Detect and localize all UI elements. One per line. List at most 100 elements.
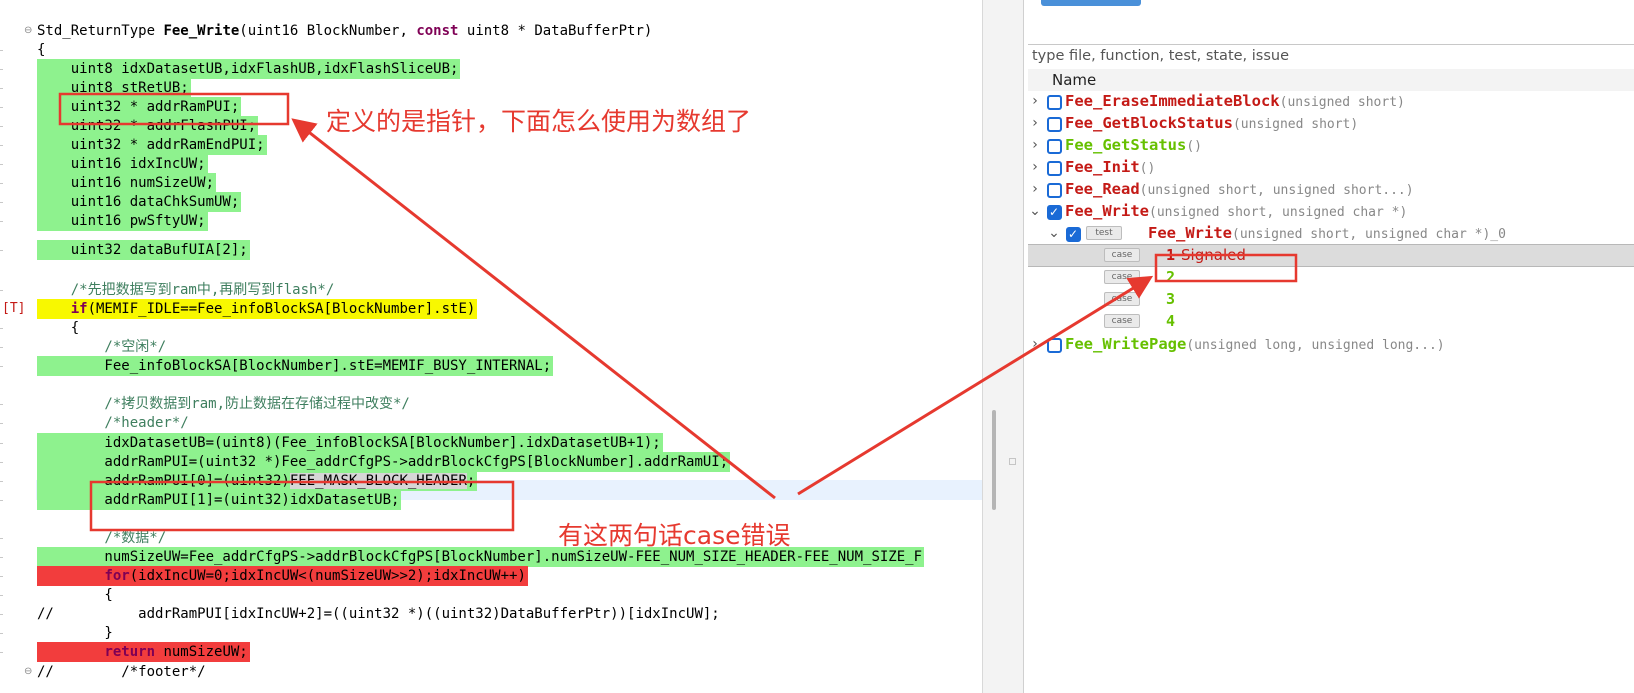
- code-comment: /*先把数据写到ram中,再刷写到flash*/: [37, 282, 335, 298]
- case-label: 1 Signaled: [1166, 246, 1246, 264]
- code-text: }: [37, 625, 113, 641]
- code-line: uint16 pwSftyUW;: [0, 211, 982, 231]
- test-name: Fee_Write(unsigned short, unsigned char …: [1148, 224, 1506, 242]
- code-line: addrRamPUI=(uint32 *)Fee_addrCfgPS->addr…: [0, 452, 982, 472]
- function-name: Fee_Read(unsigned short, unsigned short.…: [1065, 180, 1414, 198]
- case-badge: case: [1104, 270, 1140, 284]
- code-text: {: [37, 320, 80, 336]
- checkbox[interactable]: [1047, 117, 1062, 132]
- covered-line: uint32 * addrFlashPUI;: [37, 116, 259, 136]
- uncovered-line: for(idxIncUW=0;idxIncUW<(numSizeUW>>2);i…: [37, 566, 528, 586]
- case-badge: case: [1104, 314, 1140, 328]
- code-line: Fee_infoBlockSA[BlockNumber].stE=MEMIF_B…: [0, 356, 982, 376]
- chevron-right-icon[interactable]: ›: [1029, 158, 1041, 176]
- partial-coverage-line: if(MEMIF_IDLE==Fee_infoBlockSA[BlockNumb…: [37, 299, 478, 319]
- covered-line: addrRamPUI[1]=(uint32)idxDatasetUB;: [37, 490, 402, 510]
- checkbox[interactable]: [1047, 95, 1062, 110]
- keyword: for: [104, 568, 130, 584]
- sash-grip-icon[interactable]: [1009, 458, 1016, 465]
- case-item[interactable]: case 3: [1028, 288, 1634, 311]
- tree-item[interactable]: › Fee_WritePage(unsigned long, unsigned …: [1028, 333, 1634, 356]
- checkbox-checked[interactable]: [1066, 226, 1081, 242]
- code-comment: /*数据*/: [37, 530, 167, 546]
- code-line: {: [0, 318, 982, 338]
- covered-line: numSizeUW=Fee_addrCfgPS->addrBlockCfgPS[…: [37, 547, 925, 567]
- tree-item[interactable]: › Fee_EraseImmediateBlock(unsigned short…: [1028, 90, 1634, 113]
- covered-line: uint16 pwSftyUW;: [37, 211, 208, 231]
- test-badge: test: [1086, 226, 1122, 240]
- tree-item[interactable]: › Fee_Read(unsigned short, unsigned shor…: [1028, 178, 1634, 201]
- checkbox[interactable]: [1047, 161, 1062, 176]
- function-name: Fee_GetStatus(): [1065, 136, 1202, 154]
- chevron-right-icon[interactable]: ›: [1029, 180, 1041, 198]
- chevron-right-icon[interactable]: ›: [1029, 114, 1041, 132]
- keyword: if: [70, 301, 88, 317]
- code-line: ⊖ // /*footer*/: [0, 662, 982, 682]
- chevron-right-icon[interactable]: ›: [1029, 92, 1041, 110]
- covered-line: uint32 * addrRamPUI;: [37, 97, 242, 117]
- covered-line: uint8 idxDatasetUB,idxFlashUB,idxFlashSl…: [37, 59, 461, 79]
- vertical-scrollbar-thumb[interactable]: [992, 410, 996, 510]
- case-badge: case: [1104, 292, 1140, 306]
- annotation-text-case-error: 有这两句话case错误: [558, 521, 791, 550]
- code-line: /*空闲*/: [0, 337, 982, 357]
- chevron-down-icon[interactable]: ⌄: [1029, 202, 1041, 220]
- column-header[interactable]: Name: [1028, 69, 1634, 91]
- coverage-marker: [T]: [2, 301, 26, 316]
- editor-scrollbar-and-sash[interactable]: [982, 0, 1024, 693]
- case-label: 2: [1166, 268, 1176, 286]
- tree-item[interactable]: ⌄ Fee_Write(unsigned short, unsigned cha…: [1028, 200, 1634, 223]
- function-name: Fee_Init(): [1065, 158, 1156, 176]
- fold-toggle-icon[interactable]: ⌃: [24, 0, 32, 5]
- panel-button[interactable]: [1041, 0, 1141, 6]
- checkbox-checked[interactable]: [1047, 204, 1062, 220]
- code-line: }: [0, 623, 982, 643]
- code-line: // addrRamPUI[idxIncUW+2]=((uint32 *)((u…: [0, 604, 982, 624]
- selected-text: FEE_MASK_BLOCK_HEADER: [289, 473, 467, 489]
- covered-line: addrRamPUI[0]=(uint32)FEE_MASK_BLOCK_HEA…: [37, 471, 478, 491]
- code-line: /*拷贝数据到ram,防止数据在存储过程中改变*/: [0, 394, 982, 414]
- tree-item[interactable]: › Fee_GetBlockStatus(unsigned short): [1028, 112, 1634, 135]
- code-line: addrRamPUI[1]=(uint32)idxDatasetUB;: [0, 490, 982, 510]
- filter-input[interactable]: type file, function, test, state, issue: [1028, 44, 1634, 68]
- code-comment: /*空闲*/: [37, 339, 167, 355]
- code-text: Std_ReturnType: [37, 23, 164, 39]
- covered-line: idxDatasetUB=(uint8)(Fee_infoBlockSA[Blo…: [37, 433, 663, 453]
- checkbox[interactable]: [1047, 338, 1062, 353]
- code-text: {: [37, 42, 46, 58]
- code-line: uint16 numSizeUW;: [0, 173, 982, 193]
- code-comment: /*拷贝数据到ram,防止数据在存储过程中改变*/: [37, 396, 410, 412]
- case-label: 4: [1166, 312, 1176, 330]
- tree-item[interactable]: › Fee_GetStatus(): [1028, 134, 1634, 157]
- chevron-right-icon[interactable]: ›: [1029, 335, 1041, 353]
- code-text: {: [37, 587, 113, 603]
- annotation-text-pointer: 定义的是指针，下面怎么使用为数组了: [326, 107, 752, 136]
- uncovered-line: return numSizeUW;: [37, 642, 250, 662]
- tree-item[interactable]: › Fee_Init(): [1028, 156, 1634, 179]
- checkbox[interactable]: [1047, 183, 1062, 198]
- fold-collapse-icon[interactable]: ⊖: [24, 24, 32, 38]
- code-line: uint32 dataBufUIA[2];: [0, 240, 982, 260]
- function-name: Fee_Write: [163, 23, 240, 39]
- fold-collapse-icon[interactable]: ⊖: [24, 665, 32, 679]
- case-item[interactable]: case 2: [1028, 266, 1634, 289]
- code-line: uint16 idxIncUW;: [0, 154, 982, 174]
- code-text: // /*footer*/: [37, 664, 206, 680]
- checkbox[interactable]: [1047, 139, 1062, 154]
- code-line: uint32 * addrRamEndPUI;: [0, 135, 982, 155]
- chevron-down-icon[interactable]: ⌄: [1048, 224, 1060, 242]
- function-name: Fee_GetBlockStatus(unsigned short): [1065, 114, 1359, 132]
- code-line: idxDatasetUB=(uint8)(Fee_infoBlockSA[Blo…: [0, 433, 982, 453]
- chevron-right-icon[interactable]: ›: [1029, 136, 1041, 154]
- covered-line: uint32 dataBufUIA[2];: [37, 240, 250, 260]
- covered-line: Fee_infoBlockSA[BlockNumber].stE=MEMIF_B…: [37, 356, 554, 376]
- code-line: ⌃: [0, 0, 982, 8]
- case-item-selected[interactable]: case 1 Signaled: [1028, 244, 1634, 267]
- case-item[interactable]: case 4: [1028, 310, 1634, 333]
- test-explorer-panel: type file, function, test, state, issue …: [1024, 0, 1634, 693]
- covered-line: uint16 dataChkSumUW;: [37, 192, 242, 212]
- keyword: const: [416, 23, 459, 39]
- covered-line: uint32 * addrRamEndPUI;: [37, 135, 267, 155]
- function-name: Fee_WritePage(unsigned long, unsigned lo…: [1065, 335, 1445, 353]
- test-item[interactable]: ⌄ test Fee_Write(unsigned short, unsigne…: [1028, 222, 1634, 245]
